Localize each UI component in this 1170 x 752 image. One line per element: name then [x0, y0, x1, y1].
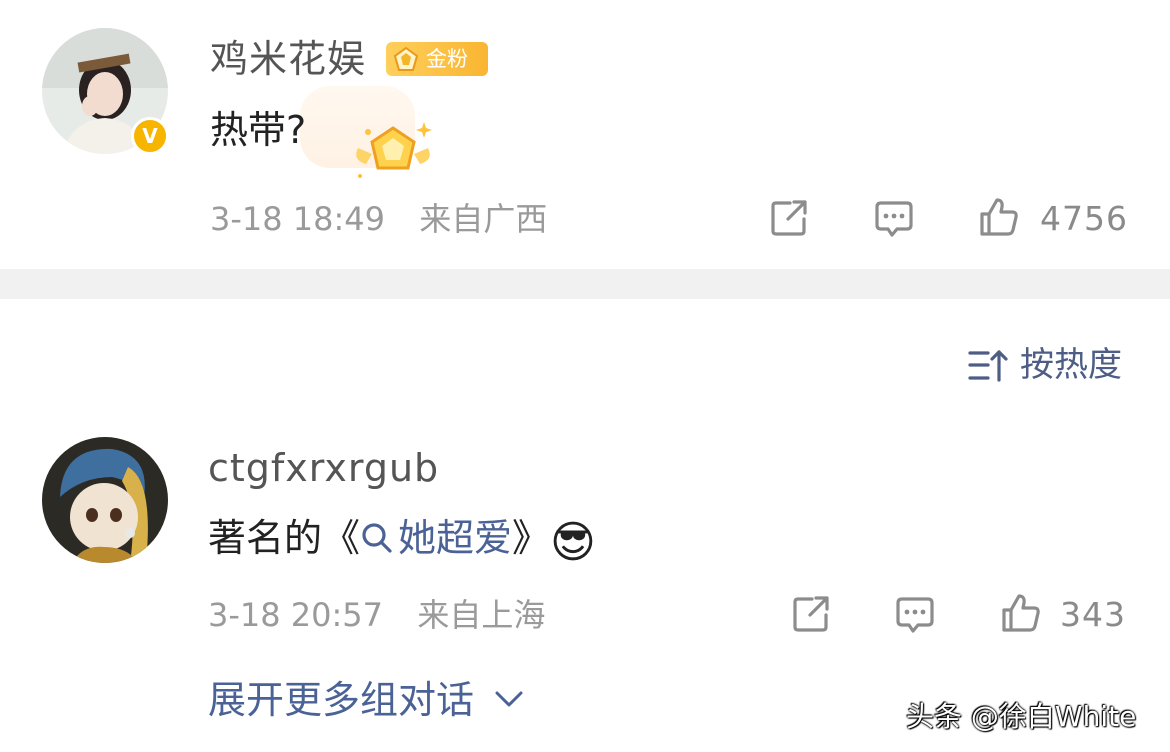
like-icon[interactable] [1000, 592, 1042, 634]
comment-meta: 3-18 20:57 来自上海 [208, 595, 545, 635]
like-icon[interactable] [978, 196, 1020, 238]
search-link[interactable]: 她超爱 [360, 516, 512, 560]
location: 来自上海 [417, 596, 546, 634]
search-link-label: 她超爱 [398, 516, 513, 560]
expand-more-label: 展开更多组对话 [208, 678, 475, 722]
username[interactable]: ctgfxrxrgub [208, 446, 439, 490]
comment-icon[interactable] [894, 594, 936, 636]
sort-toggle[interactable]: 按热度 [966, 343, 1136, 387]
chevron-down-icon [495, 691, 523, 707]
share-icon[interactable] [768, 197, 810, 239]
search-icon [362, 523, 392, 553]
emoji: 😎 [550, 517, 596, 568]
username[interactable]: 鸡米花娱 [210, 37, 366, 81]
like-count: 343 [1060, 595, 1126, 634]
bubble-crown-icon [356, 122, 432, 178]
comment-text-prefix: 著名的《 [208, 516, 361, 560]
fan-badge-label: 金粉4 [426, 47, 468, 105]
watermark: 头条 @徐白White [906, 700, 1137, 733]
avatar[interactable] [42, 437, 168, 563]
crown-icon [393, 46, 419, 71]
timestamp: 3-18 20:57 [208, 596, 384, 634]
comment-text: 热带? [210, 108, 307, 152]
comment-meta: 3-18 18:49 来自广西 [210, 199, 547, 239]
comment-text-suffix: 》 [512, 516, 551, 560]
verified-badge-icon: V [131, 117, 169, 155]
comment-text: 著名的《 她超爱》😎 [208, 516, 596, 565]
timestamp: 3-18 18:49 [210, 200, 386, 238]
share-icon[interactable] [790, 593, 832, 635]
section-divider [0, 269, 1170, 299]
sort-icon [968, 350, 1008, 382]
like-count: 4756 [1040, 199, 1128, 238]
comment-icon[interactable] [873, 198, 915, 240]
fan-badge[interactable]: 金粉4 [386, 42, 488, 105]
sort-label: 按热度 [1020, 345, 1122, 385]
location: 来自广西 [419, 200, 548, 238]
expand-more-button[interactable]: 展开更多组对话 [208, 677, 524, 723]
